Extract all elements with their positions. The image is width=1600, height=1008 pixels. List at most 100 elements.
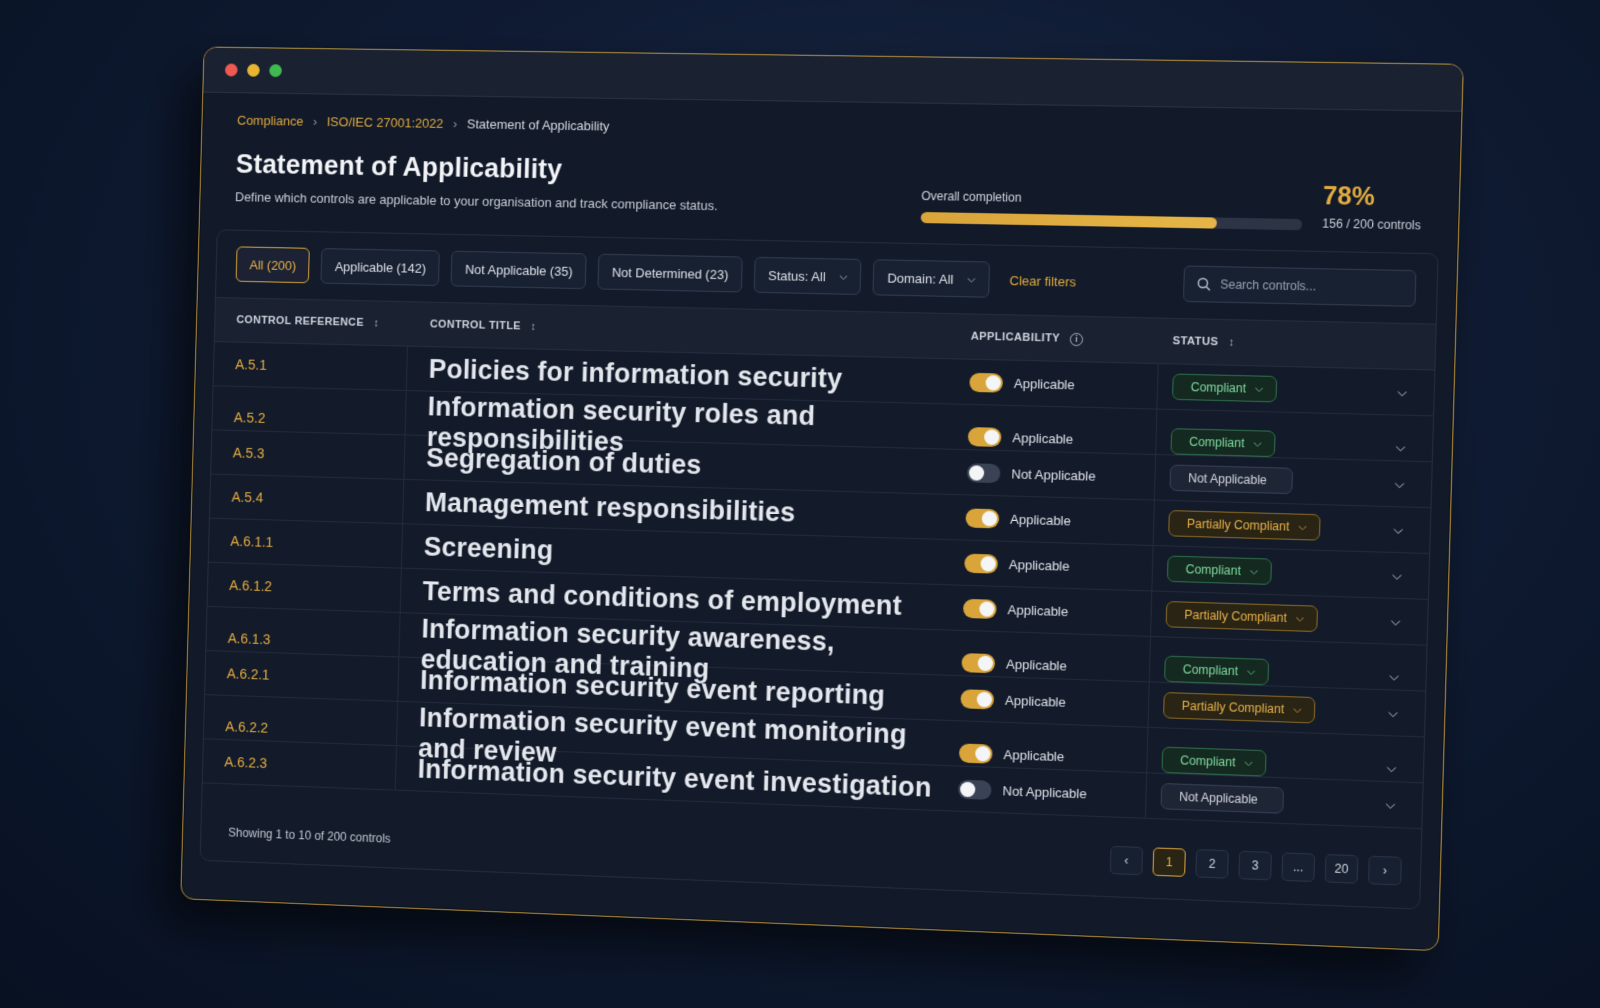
expand-row-chevron-icon[interactable]: ⌵ <box>1395 476 1405 492</box>
page-ellipsis: ... <box>1281 852 1315 882</box>
applicability-toggle[interactable] <box>960 689 994 709</box>
control-reference[interactable]: A.5.1 <box>214 342 408 390</box>
column-header-reference-label: CONTROL REFERENCE <box>236 314 364 329</box>
column-header-applicability: APPLICABILITY i <box>969 330 1159 347</box>
control-reference[interactable]: A.6.2.1 <box>205 651 399 701</box>
applicability-toggle[interactable] <box>965 508 999 528</box>
status-badge[interactable]: Compliant ⌵ <box>1161 747 1266 777</box>
page-button-2[interactable]: 2 <box>1195 849 1229 879</box>
status-badge[interactable]: Partially Compliant ⌵ <box>1163 692 1315 723</box>
overall-completion: Overall completion 78% 156 / 200 control… <box>921 175 1422 233</box>
toggle-knob <box>969 465 985 480</box>
column-header-reference[interactable]: CONTROL REFERENCE ↕ <box>215 314 409 330</box>
page-button-20[interactable]: 20 <box>1325 854 1359 884</box>
sort-icon[interactable]: ↕ <box>1228 336 1234 348</box>
status-cell: Partially Compliant ⌵ ⌵ <box>1153 501 1431 553</box>
main-content: Compliance › ISO/IEC 27001:2022 › Statem… <box>182 93 1461 911</box>
control-reference[interactable]: A.5.3 <box>211 430 405 478</box>
applicability-toggle[interactable] <box>961 653 995 673</box>
page-button-1[interactable]: 1 <box>1152 847 1185 877</box>
applicability-toggle[interactable] <box>969 372 1003 392</box>
breadcrumb-compliance[interactable]: Compliance <box>237 113 304 129</box>
status-badge[interactable]: Compliant ⌵ <box>1164 656 1269 686</box>
control-reference[interactable]: A.6.1.2 <box>208 563 402 612</box>
applicability-toggle[interactable] <box>963 598 997 618</box>
status-badge-label: Partially Compliant <box>1182 699 1285 717</box>
filter-chip-not-applicable[interactable]: Not Applicable (35) <box>451 251 587 289</box>
status-badge[interactable]: Partially Compliant ⌵ <box>1166 601 1318 632</box>
chevron-down-icon: ⌵ <box>967 274 975 285</box>
completion-progress-block: Overall completion <box>921 189 1303 230</box>
next-page-button[interactable]: › <box>1368 856 1402 886</box>
close-window-button[interactable] <box>225 64 238 77</box>
chevron-down-icon: ⌵ <box>840 271 848 282</box>
title-block: Statement of Applicability Define which … <box>235 149 719 219</box>
sort-icon[interactable]: ↕ <box>530 321 536 333</box>
page-header: Statement of Applicability Define which … <box>217 149 1441 233</box>
control-reference[interactable]: A.5.4 <box>210 475 404 524</box>
applicability-toggle[interactable] <box>964 553 998 573</box>
breadcrumb-iso27001[interactable]: ISO/IEC 27001:2022 <box>327 114 444 131</box>
applicability-toggle[interactable] <box>968 427 1002 447</box>
expand-row-chevron-icon[interactable]: ⌵ <box>1388 705 1398 721</box>
completion-stats: 78% 156 / 200 controls <box>1322 182 1422 233</box>
pagination: ‹ 1 2 3 ... 20 › <box>1110 846 1402 886</box>
status-badge[interactable]: Not Applicable <box>1169 465 1292 495</box>
applicability-label: Applicable <box>1012 430 1073 447</box>
clear-filters-link[interactable]: Clear filters <box>1009 273 1076 289</box>
applicability-cell: Applicable <box>958 676 1149 727</box>
chevron-down-icon: ⌵ <box>1245 757 1253 768</box>
control-reference[interactable]: A.6.1.1 <box>209 519 403 568</box>
chevron-down-icon: ⌵ <box>1254 438 1262 449</box>
info-icon[interactable]: i <box>1070 332 1084 345</box>
table-body: A.5.1 Policies for information security … <box>203 342 1435 829</box>
column-header-title[interactable]: CONTROL TITLE ↕ <box>408 318 969 343</box>
status-badge[interactable]: Not Applicable <box>1160 783 1283 814</box>
status-badge[interactable]: Partially Compliant ⌵ <box>1168 510 1320 541</box>
page-button-3[interactable]: 3 <box>1238 851 1272 881</box>
previous-page-button[interactable]: ‹ <box>1110 846 1143 876</box>
toggle-knob <box>979 601 995 617</box>
applicability-label: Applicable <box>1006 656 1067 673</box>
applicability-toggle[interactable] <box>958 779 992 799</box>
expand-row-chevron-icon[interactable]: ⌵ <box>1391 614 1401 630</box>
applicability-toggle[interactable] <box>967 463 1001 483</box>
expand-row-chevron-icon[interactable]: ⌵ <box>1389 668 1399 684</box>
toggle-knob <box>980 556 996 572</box>
expand-row-chevron-icon[interactable]: ⌵ <box>1386 760 1396 776</box>
status-badge[interactable]: Compliant ⌵ <box>1172 374 1277 403</box>
sort-icon[interactable]: ↕ <box>373 317 379 329</box>
column-header-status[interactable]: STATUS ↕ <box>1158 335 1435 353</box>
status-filter-dropdown[interactable]: Status: All ⌵ <box>754 257 862 295</box>
filter-chip-all[interactable]: All (200) <box>236 246 311 283</box>
status-cell: Compliant ⌵ ⌵ <box>1151 546 1429 599</box>
control-reference[interactable]: A.6.2.3 <box>203 739 397 789</box>
maximize-window-button[interactable] <box>269 64 282 77</box>
search-box <box>1183 265 1417 306</box>
minimize-window-button[interactable] <box>247 64 260 77</box>
search-icon <box>1197 277 1212 291</box>
chevron-down-icon: ⌵ <box>1293 704 1301 715</box>
breadcrumb-separator-icon: › <box>313 114 318 129</box>
filter-chip-applicable[interactable]: Applicable (142) <box>321 248 440 286</box>
expand-row-chevron-icon[interactable]: ⌵ <box>1392 568 1402 584</box>
chevron-down-icon: ⌵ <box>1255 383 1263 394</box>
filter-chip-not-determined[interactable]: Not Determined (23) <box>598 254 743 293</box>
chevron-down-icon: ⌵ <box>1299 521 1307 532</box>
status-badge-label: Compliant <box>1185 562 1241 578</box>
domain-filter-dropdown[interactable]: Domain: All ⌵ <box>873 259 990 298</box>
expand-row-chevron-icon[interactable]: ⌵ <box>1385 797 1395 813</box>
applicability-label: Applicable <box>1014 375 1075 392</box>
search-input[interactable] <box>1220 277 1395 295</box>
status-cell: Compliant ⌵ ⌵ <box>1156 364 1434 415</box>
status-cell: Not Applicable ⌵ <box>1154 455 1432 507</box>
applicability-toggle[interactable] <box>959 743 993 763</box>
status-badge[interactable]: Compliant ⌵ <box>1167 556 1272 585</box>
expand-row-chevron-icon[interactable]: ⌵ <box>1397 384 1407 400</box>
breadcrumb-current: Statement of Applicability <box>467 116 610 133</box>
status-badge[interactable]: Compliant ⌵ <box>1170 428 1275 457</box>
expand-row-chevron-icon[interactable]: ⌵ <box>1393 522 1403 538</box>
applicability-cell: Applicable <box>967 360 1158 409</box>
expand-row-chevron-icon[interactable]: ⌵ <box>1396 439 1406 455</box>
completion-count: 156 / 200 controls <box>1322 216 1421 232</box>
